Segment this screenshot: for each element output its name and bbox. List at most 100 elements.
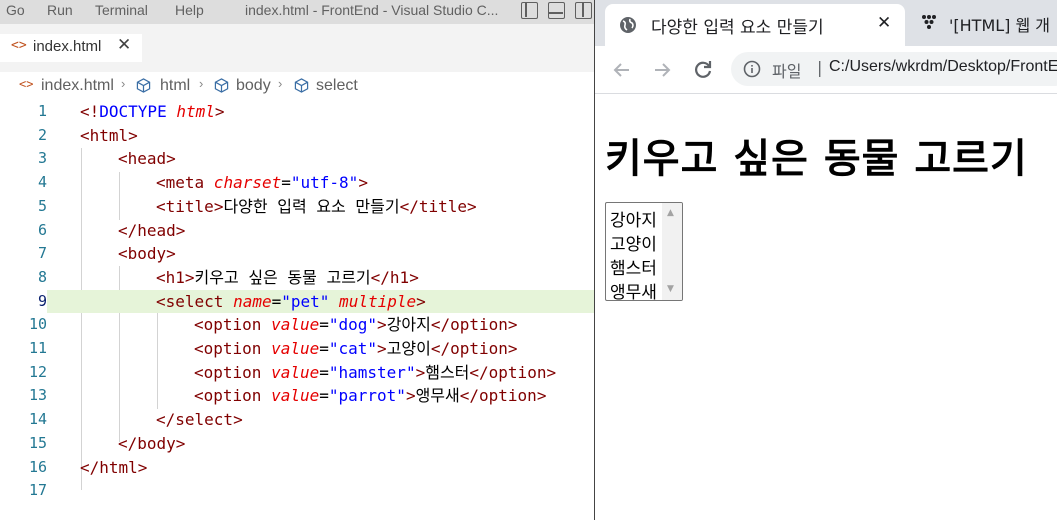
browser-toolbar: 파일 | C:/Users/wkrdm/Desktop/FrontEnd/ind… [595, 46, 1057, 94]
code-line: 4 <meta charset="utf-8"> [0, 171, 594, 195]
browser-tab-second-title[interactable]: '[HTML] 웹 개 [949, 12, 1050, 36]
code-text: <select name="pet" multiple> [156, 291, 426, 311]
browser-tab-title: 다양한 입력 요소 만들기 [651, 18, 824, 38]
select-scrollbar[interactable]: ▲ ▼ [662, 203, 682, 300]
cube-icon [136, 78, 151, 93]
code-line: 13 <option value="parrot">앵무새</option> [0, 384, 594, 408]
globe-favicon-icon [620, 17, 636, 33]
code-text: <!DOCTYPE html> [80, 102, 225, 121]
code-text: <h1>키우고 싶은 동물 고르기</h1> [156, 267, 419, 287]
file-html-icon: <> [11, 38, 27, 53]
code-line: 7 <body> [0, 242, 594, 266]
line-number: 5 [37, 196, 47, 215]
code-line: 5 <title>다양한 입력 요소 만들기</title> [0, 195, 594, 219]
line-number: 11 [28, 339, 47, 357]
line-number: 1 [37, 102, 47, 120]
chevron-right-icon: › [278, 76, 283, 91]
select-option-hamster[interactable]: 햄스터 [610, 254, 657, 279]
line-number: 15 [28, 433, 47, 452]
code-text: <option value="dog">강아지</option> [194, 315, 518, 335]
chevron-right-icon: › [199, 76, 204, 91]
code-line: 8 <h1>키우고 싶은 동물 고르기</h1> [0, 266, 594, 290]
tab-label: index.html [33, 38, 102, 55]
code-text: <option value="parrot">앵무새</option> [194, 386, 547, 406]
file-html-icon: <> [19, 77, 34, 91]
line-number: 16 [28, 457, 47, 476]
browser-tab-strip: 다양한 입력 요소 만들기 ✕ '[HTML] 웹 개 [595, 0, 1057, 46]
code-text: </select> [156, 410, 243, 430]
menu-go[interactable]: Go [6, 2, 25, 18]
address-divider: | [817, 58, 823, 77]
address-scheme: 파일 [772, 62, 802, 81]
select-option-dog[interactable]: 강아지 [610, 206, 657, 231]
line-number: 6 [37, 220, 47, 239]
code-line: 2 <html> [0, 124, 594, 148]
scroll-down-icon[interactable]: ▼ [667, 284, 674, 294]
vscode-window: Go Run Terminal Help index.html - FrontE… [0, 0, 594, 520]
code-text: </body> [118, 433, 186, 453]
code-editor[interactable]: 1 <!DOCTYPE html> 2 <html> 3 <head> 4 <m… [0, 100, 594, 520]
page-heading: 키우고 싶은 동물 고르기 [605, 136, 1028, 182]
line-number: 13 [28, 386, 47, 405]
select-option-cat[interactable]: 고양이 [610, 230, 657, 255]
select-option-parrot[interactable]: 앵무새 [610, 278, 657, 300]
line-number: 9 [0, 289, 47, 314]
code-line: 6 </head> [0, 219, 594, 243]
forward-icon[interactable] [649, 57, 675, 83]
code-text: </html> [80, 457, 148, 477]
pet-multi-select[interactable]: 강아지 고양이 햄스터 앵무새 ▲ ▼ [605, 202, 683, 301]
blog-favicon-icon[interactable] [921, 14, 937, 30]
code-text: <body> [118, 244, 176, 264]
code-line: 1 <!DOCTYPE html> [0, 100, 594, 124]
cube-icon [214, 78, 229, 93]
chevron-right-icon: › [121, 76, 126, 91]
window-title: index.html - FrontEnd - Visual Studio C.… [245, 2, 499, 18]
breadcrumb-html[interactable]: html [160, 77, 190, 95]
code-line: 14 </select> [0, 408, 594, 432]
breadcrumb-file[interactable]: index.html [41, 77, 114, 95]
tab-index-html[interactable]: <> index.html ✕ [0, 34, 142, 62]
code-text: <option value="cat">고양이</option> [194, 339, 518, 358]
code-text: <title>다양한 입력 요소 만들기</title> [156, 196, 477, 216]
code-line-current: 9 <select name="pet" multiple> [0, 289, 594, 314]
line-number: 17 [28, 481, 47, 500]
line-number: 8 [37, 267, 47, 286]
reload-icon[interactable] [690, 57, 716, 83]
code-text: </head> [118, 220, 186, 240]
code-text: <option value="hamster">햄스터</option> [194, 362, 557, 382]
menu-terminal[interactable]: Terminal [95, 2, 148, 18]
line-number: 12 [28, 362, 47, 381]
info-icon[interactable] [743, 60, 761, 78]
menu-run[interactable]: Run [47, 2, 73, 18]
layout-panel-icon[interactable] [548, 2, 565, 19]
back-icon[interactable] [609, 57, 635, 83]
close-icon[interactable]: ✕ [877, 13, 891, 33]
code-text: <head> [118, 149, 176, 169]
browser-window: 다양한 입력 요소 만들기 ✕ '[HTML] 웹 개 파일 | C:/User… [594, 0, 1057, 520]
code-text: <meta charset="utf-8"> [156, 173, 368, 193]
menu-help[interactable]: Help [175, 2, 204, 18]
browser-tab-active[interactable]: 다양한 입력 요소 만들기 ✕ [605, 4, 905, 46]
layout-sidebar-icon[interactable] [521, 2, 538, 19]
line-number: 14 [28, 410, 47, 429]
line-number: 7 [37, 244, 47, 263]
line-number: 10 [28, 315, 47, 334]
layout-split-icon[interactable] [575, 2, 592, 19]
code-line: 10 <option value="dog">강아지</option> [0, 313, 594, 337]
breadcrumb: <> index.html › html › body › select [0, 72, 594, 100]
code-line: 17 [0, 479, 594, 503]
code-line: 11 <option value="cat">고양이</option> [0, 337, 594, 361]
breadcrumb-select[interactable]: select [316, 77, 358, 95]
address-url[interactable]: C:/Users/wkrdm/Desktop/FrontEnd/index.ht… [829, 58, 1057, 76]
code-text: <html> [80, 125, 138, 145]
editor-tab-bar: <> index.html ✕ [0, 24, 594, 72]
address-bar[interactable]: 파일 | C:/Users/wkrdm/Desktop/FrontEnd/ind… [731, 52, 1057, 86]
breadcrumb-body[interactable]: body [236, 77, 271, 95]
close-icon[interactable]: ✕ [117, 35, 131, 55]
line-number: 3 [37, 149, 47, 168]
title-bar: Go Run Terminal Help index.html - FrontE… [0, 0, 594, 24]
scroll-up-icon[interactable]: ▲ [667, 208, 674, 218]
line-number: 4 [37, 173, 47, 192]
line-number: 2 [37, 125, 47, 144]
code-line: 16 </html> [0, 456, 594, 480]
